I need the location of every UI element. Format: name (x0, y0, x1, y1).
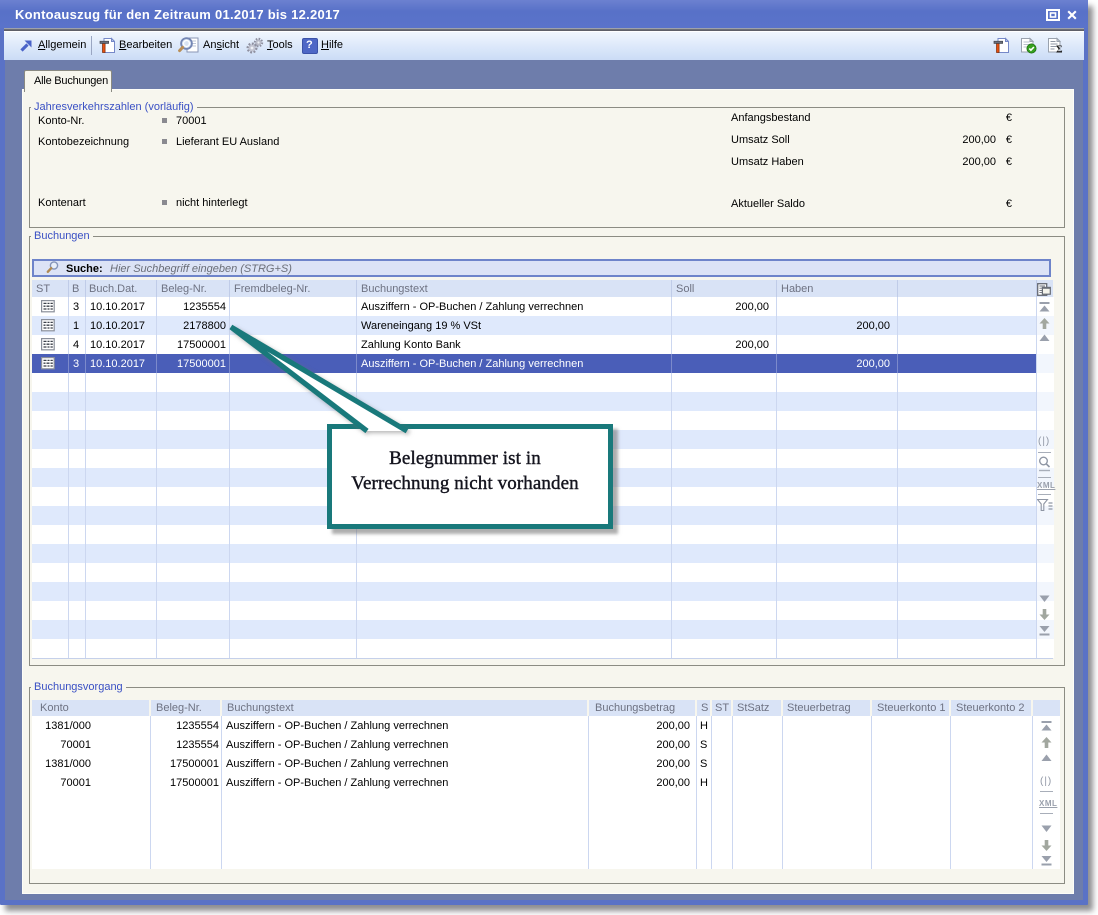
svg-text:Σ: Σ (1056, 45, 1063, 55)
